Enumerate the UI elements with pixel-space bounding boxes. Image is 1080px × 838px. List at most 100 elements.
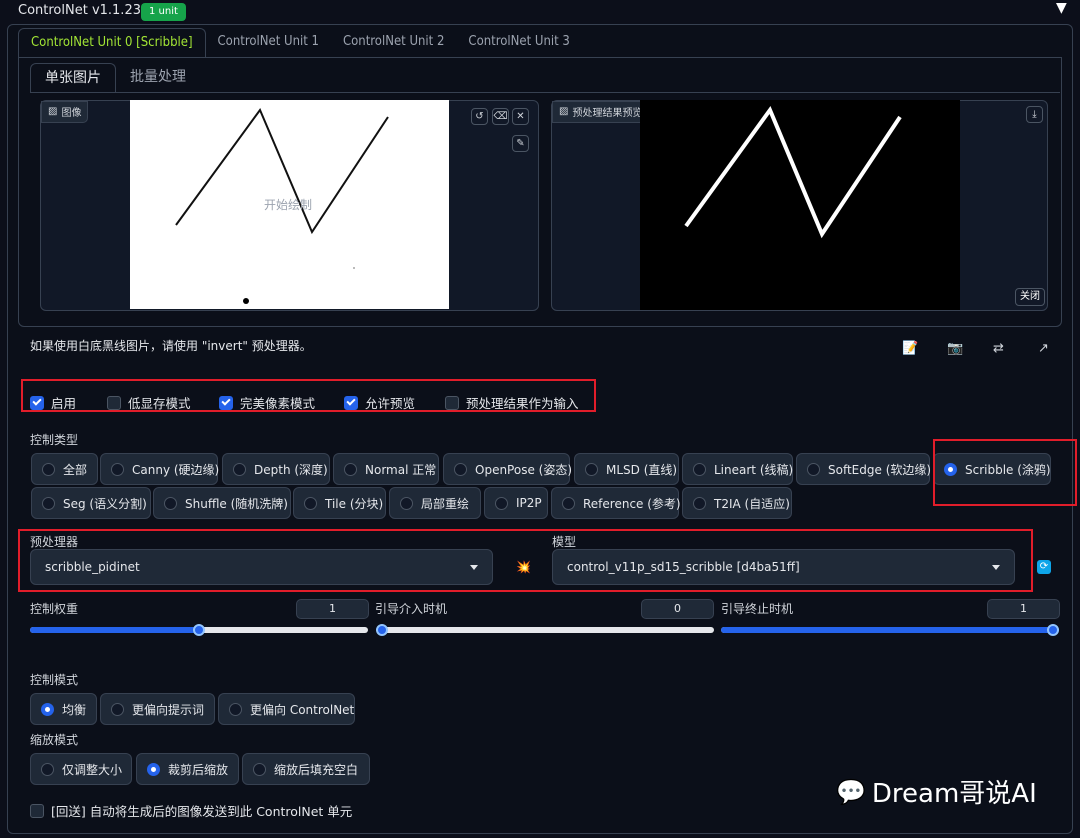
- eraser-icon[interactable]: ⌫: [492, 108, 509, 125]
- resize-mode-just-resize[interactable]: 仅调整大小: [30, 753, 132, 785]
- guidance-end-input[interactable]: 1: [987, 599, 1060, 619]
- pixel-perfect-checkbox[interactable]: 完美像素模式: [219, 393, 315, 412]
- radio-dot[interactable]: [304, 496, 317, 510]
- radio-dot[interactable]: [454, 462, 467, 476]
- control-type-depth[interactable]: Depth (深度): [222, 453, 330, 485]
- control-type-tile[interactable]: Tile (分块): [293, 487, 386, 519]
- control-weight-handle[interactable]: [193, 624, 205, 636]
- allow-preview-checkbox[interactable]: 允许预览: [344, 393, 415, 412]
- image-icon: ▨: [48, 106, 58, 117]
- subtabs-divider: [30, 92, 1060, 93]
- tab-batch[interactable]: 批量处理: [116, 63, 200, 93]
- control-type-shuffle[interactable]: Shuffle (随机洗牌): [153, 487, 291, 519]
- checkbox-box[interactable]: [30, 395, 44, 410]
- unit-count-badge: 1 unit: [141, 3, 186, 21]
- radio-dot[interactable]: [585, 462, 598, 476]
- radio-dot[interactable]: [693, 496, 706, 510]
- swap-icon[interactable]: ⇄: [993, 341, 1004, 356]
- watermark: 💬 Dream哥说AI: [836, 777, 1037, 810]
- download-icon[interactable]: ⤓: [1026, 106, 1043, 123]
- control-mode-prompt[interactable]: 更偏向提示词: [100, 693, 215, 725]
- checkbox-box[interactable]: [30, 803, 44, 818]
- radio-dot[interactable]: [42, 496, 55, 510]
- collapse-icon[interactable]: ▼: [1056, 0, 1067, 16]
- radio-dot[interactable]: [111, 462, 124, 476]
- resize-mode-fill[interactable]: 缩放后填充空白: [242, 753, 370, 785]
- slider-fill: [721, 627, 1059, 633]
- guidance-end-track[interactable]: [721, 627, 1059, 633]
- image-mode-tabs: 单张图片 批量处理: [30, 63, 200, 93]
- radio-dot[interactable]: [807, 462, 820, 476]
- clear-icon[interactable]: ✕: [512, 108, 529, 125]
- model-select[interactable]: control_v11p_sd15_scribble [d4ba51ff]: [552, 549, 1015, 585]
- tab-unit-2[interactable]: ControlNet Unit 2: [331, 28, 456, 58]
- radio-dot[interactable]: [400, 496, 413, 510]
- control-type-lineart[interactable]: Lineart (线稿): [682, 453, 793, 485]
- memo-icon[interactable]: 📝: [902, 341, 918, 356]
- low-vram-checkbox[interactable]: 低显存模式: [107, 393, 191, 412]
- radio-dot[interactable]: [693, 462, 706, 476]
- radio-dot-selected[interactable]: [41, 702, 54, 716]
- control-type-ip2p[interactable]: IP2P: [484, 487, 548, 519]
- radio-dot[interactable]: [562, 496, 575, 510]
- control-type-openpose[interactable]: OpenPose (姿态): [443, 453, 572, 485]
- resize-mode-label: 缩放模式: [30, 733, 79, 747]
- chevron-down-icon: [470, 564, 478, 570]
- guidance-end-label: 引导终止时机: [721, 602, 794, 616]
- enable-checkbox[interactable]: 启用: [30, 393, 76, 412]
- brush-icon[interactable]: ✎: [512, 135, 529, 152]
- control-weight-input[interactable]: 1: [296, 599, 369, 619]
- tab-unit-1[interactable]: ControlNet Unit 1: [206, 28, 331, 58]
- refresh-icon[interactable]: ⟳: [1037, 560, 1051, 574]
- radio-dot[interactable]: [495, 496, 508, 510]
- run-preprocessor-icon[interactable]: 💥: [516, 560, 531, 574]
- control-type-reference[interactable]: Reference (参考): [551, 487, 681, 519]
- checkbox-box[interactable]: [219, 395, 233, 410]
- control-mode-balanced[interactable]: 均衡: [30, 693, 97, 725]
- radio-dot[interactable]: [111, 702, 124, 716]
- control-mode-controlnet[interactable]: 更偏向 ControlNet: [218, 693, 355, 725]
- control-type-inpaint[interactable]: 局部重绘: [389, 487, 481, 519]
- unit-tabs: ControlNet Unit 0 [Scribble] ControlNet …: [18, 28, 582, 58]
- send-icon[interactable]: ↗: [1038, 341, 1049, 356]
- preprocessor-as-input-checkbox[interactable]: 预处理结果作为输入: [445, 393, 579, 412]
- radio-dot[interactable]: [229, 702, 242, 716]
- resize-mode-crop[interactable]: 裁剪后缩放: [136, 753, 239, 785]
- loopback-checkbox[interactable]: [回送] 自动将生成后的图像发送到此 ControlNet 单元: [30, 801, 352, 820]
- radio-dot[interactable]: [42, 462, 55, 476]
- undo-icon[interactable]: ↺: [471, 108, 488, 125]
- app-title: ControlNet v1.1.238: [18, 3, 150, 18]
- input-image-label: ▨ 图像: [41, 101, 89, 123]
- radio-dot[interactable]: [41, 762, 54, 776]
- tab-single-image[interactable]: 单张图片: [30, 63, 116, 93]
- preprocessor-select[interactable]: scribble_pidinet: [30, 549, 493, 585]
- control-type-seg[interactable]: Seg (语义分割): [31, 487, 151, 519]
- tab-unit-3[interactable]: ControlNet Unit 3: [456, 28, 581, 58]
- camera-icon[interactable]: 📷: [947, 341, 963, 356]
- guidance-start-track[interactable]: [376, 627, 714, 633]
- tab-unit-0[interactable]: ControlNet Unit 0 [Scribble]: [18, 28, 206, 58]
- control-type-normal[interactable]: Normal 正常: [333, 453, 439, 485]
- checkbox-box[interactable]: [445, 395, 459, 410]
- control-type-canny[interactable]: Canny (硬边缘): [100, 453, 219, 485]
- checkbox-box[interactable]: [107, 395, 121, 410]
- control-type-t2ia[interactable]: T2IA (自适应): [682, 487, 792, 519]
- guidance-start-handle[interactable]: [376, 624, 388, 636]
- control-type-mlsd[interactable]: MLSD (直线): [574, 453, 679, 485]
- radio-dot[interactable]: [164, 496, 177, 510]
- invert-note: 如果使用白底黑线图片，请使用 "invert" 预处理器。: [30, 339, 312, 353]
- close-preview-button[interactable]: 关闭: [1015, 288, 1045, 306]
- drawing-canvas[interactable]: 开始绘制: [130, 100, 449, 309]
- guidance-end-handle[interactable]: [1047, 624, 1059, 636]
- radio-dot-selected[interactable]: [147, 762, 160, 776]
- control-type-all[interactable]: 全部: [31, 453, 98, 485]
- radio-dot[interactable]: [253, 762, 266, 776]
- control-type-softedge[interactable]: SoftEdge (软边缘): [796, 453, 931, 485]
- radio-dot[interactable]: [344, 462, 357, 476]
- image-icon: ▨: [559, 106, 569, 117]
- checkbox-box[interactable]: [344, 395, 358, 410]
- control-type-label: 控制类型: [30, 433, 79, 447]
- guidance-start-input[interactable]: 0: [641, 599, 714, 619]
- preview-scribble: [684, 105, 902, 239]
- radio-dot[interactable]: [233, 462, 246, 476]
